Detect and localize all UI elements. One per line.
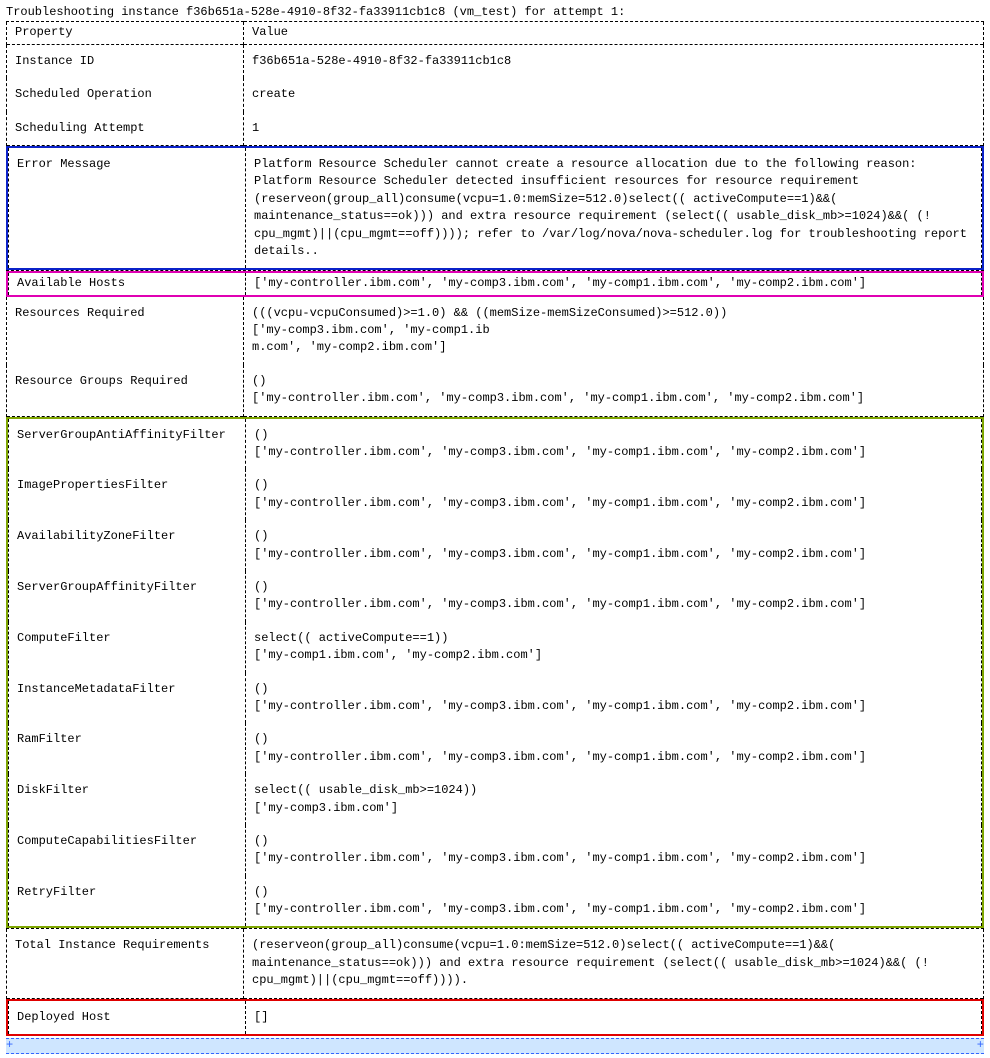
deployed-host-value: [] bbox=[246, 1001, 982, 1034]
col-property: Property bbox=[7, 22, 244, 44]
total-instance-requirements-row: Total Instance Requirements (reserveon(g… bbox=[7, 929, 984, 998]
sg-anti-affinity-filter-label: ServerGroupAntiAffinityFilter bbox=[9, 419, 246, 470]
instance-metadata-filter-label: InstanceMetadataFilter bbox=[9, 673, 246, 724]
sg-affinity-filter-value: () ['my-controller.ibm.com', 'my-comp3.i… bbox=[246, 571, 982, 622]
instance-id-row: Instance ID f36b651a-528e-4910-8f32-fa33… bbox=[7, 45, 984, 78]
image-properties-filter-value: () ['my-controller.ibm.com', 'my-comp3.i… bbox=[246, 469, 982, 520]
retry-filter-row: RetryFilter () ['my-controller.ibm.com',… bbox=[9, 876, 982, 927]
scheduled-op-value: create bbox=[244, 78, 984, 111]
disk-filter-label: DiskFilter bbox=[9, 774, 246, 825]
compute-capabilities-filter-value: () ['my-controller.ibm.com', 'my-comp3.i… bbox=[246, 825, 982, 876]
scheduled-op-label: Scheduled Operation bbox=[7, 78, 244, 111]
sg-affinity-filter-label: ServerGroupAffinityFilter bbox=[9, 571, 246, 622]
scheduling-attempt-value: 1 bbox=[244, 112, 984, 146]
compute-filter-label: ComputeFilter bbox=[9, 622, 246, 673]
error-message-value: Platform Resource Scheduler cannot creat… bbox=[246, 148, 982, 268]
selection-footer bbox=[6, 1038, 984, 1054]
error-message-highlight: Error Message Platform Resource Schedule… bbox=[6, 146, 984, 270]
retry-filter-value: () ['my-controller.ibm.com', 'my-comp3.i… bbox=[246, 876, 982, 927]
instance-metadata-filter-value: () ['my-controller.ibm.com', 'my-comp3.i… bbox=[246, 673, 982, 724]
compute-filter-value: select(( activeCompute==1)) ['my-comp1.i… bbox=[246, 622, 982, 673]
resource-groups-required-row: Resource Groups Required () ['my-control… bbox=[7, 365, 984, 416]
error-message-row: Error Message Platform Resource Schedule… bbox=[9, 148, 982, 268]
available-hosts-row: Available Hosts ['my-controller.ibm.com'… bbox=[9, 273, 982, 294]
resources-required-value: (((vcpu-vcpuConsumed)>=1.0) && ((memSize… bbox=[244, 297, 984, 365]
disk-filter-row: DiskFilter select(( usable_disk_mb>=1024… bbox=[9, 774, 982, 825]
resources-required-label: Resources Required bbox=[7, 297, 244, 365]
instance-id-label: Instance ID bbox=[7, 45, 244, 78]
col-value: Value bbox=[244, 22, 984, 44]
compute-capabilities-filter-label: ComputeCapabilitiesFilter bbox=[9, 825, 246, 876]
ram-filter-label: RamFilter bbox=[9, 723, 246, 774]
ram-filter-row: RamFilter () ['my-controller.ibm.com', '… bbox=[9, 723, 982, 774]
deployed-host-row: Deployed Host [] bbox=[9, 1001, 982, 1034]
sg-affinity-filter-row: ServerGroupAffinityFilter () ['my-contro… bbox=[9, 571, 982, 622]
filters-highlight: ServerGroupAntiAffinityFilter () ['my-co… bbox=[6, 417, 984, 929]
ram-filter-value: () ['my-controller.ibm.com', 'my-comp3.i… bbox=[246, 723, 982, 774]
available-hosts-highlight: Available Hosts ['my-controller.ibm.com'… bbox=[6, 271, 984, 296]
troubleshoot-table: Property Value Instance ID f36b651a-528e… bbox=[6, 21, 984, 146]
availability-zone-filter-value: () ['my-controller.ibm.com', 'my-comp3.i… bbox=[246, 520, 982, 571]
sg-anti-affinity-filter-row: ServerGroupAntiAffinityFilter () ['my-co… bbox=[9, 419, 982, 470]
scheduling-attempt-row: Scheduling Attempt 1 bbox=[7, 112, 984, 146]
compute-filter-row: ComputeFilter select(( activeCompute==1)… bbox=[9, 622, 982, 673]
sg-anti-affinity-filter-value: () ['my-controller.ibm.com', 'my-comp3.i… bbox=[246, 419, 982, 470]
page-title: Troubleshooting instance f36b651a-528e-4… bbox=[6, 4, 984, 21]
instance-metadata-filter-row: InstanceMetadataFilter () ['my-controlle… bbox=[9, 673, 982, 724]
retry-filter-label: RetryFilter bbox=[9, 876, 246, 927]
resource-groups-required-label: Resource Groups Required bbox=[7, 365, 244, 416]
resource-groups-required-value: () ['my-controller.ibm.com', 'my-comp3.i… bbox=[244, 365, 984, 416]
image-properties-filter-row: ImagePropertiesFilter () ['my-controller… bbox=[9, 469, 982, 520]
resources-required-row: Resources Required (((vcpu-vcpuConsumed)… bbox=[7, 297, 984, 365]
available-hosts-label: Available Hosts bbox=[9, 273, 246, 294]
total-instance-requirements-label: Total Instance Requirements bbox=[7, 929, 244, 998]
disk-filter-value: select(( usable_disk_mb>=1024)) ['my-com… bbox=[246, 774, 982, 825]
image-properties-filter-label: ImagePropertiesFilter bbox=[9, 469, 246, 520]
availability-zone-filter-row: AvailabilityZoneFilter () ['my-controlle… bbox=[9, 520, 982, 571]
instance-id-value: f36b651a-528e-4910-8f32-fa33911cb1c8 bbox=[244, 45, 984, 78]
compute-capabilities-filter-row: ComputeCapabilitiesFilter () ['my-contro… bbox=[9, 825, 982, 876]
scheduled-op-row: Scheduled Operation create bbox=[7, 78, 984, 111]
total-instance-requirements-value: (reserveon(group_all)consume(vcpu=1.0:me… bbox=[244, 929, 984, 998]
deployed-host-label: Deployed Host bbox=[9, 1001, 246, 1034]
deployed-host-highlight: Deployed Host [] bbox=[6, 999, 984, 1036]
availability-zone-filter-label: AvailabilityZoneFilter bbox=[9, 520, 246, 571]
scheduling-attempt-label: Scheduling Attempt bbox=[7, 112, 244, 146]
error-message-label: Error Message bbox=[9, 148, 246, 268]
table-header-row: Property Value bbox=[7, 22, 984, 44]
available-hosts-value: ['my-controller.ibm.com', 'my-comp3.ibm.… bbox=[246, 273, 982, 294]
